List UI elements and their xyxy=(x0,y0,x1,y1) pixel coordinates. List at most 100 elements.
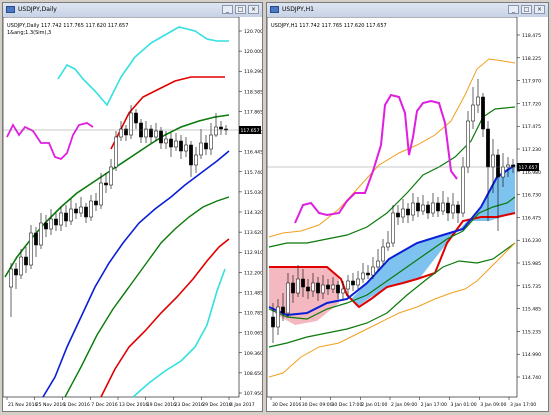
candle-body xyxy=(346,280,350,290)
candle-body xyxy=(396,212,400,218)
candle-body xyxy=(291,282,295,294)
candle-body xyxy=(486,128,490,168)
right-price-axis-tick-label: 116.230 xyxy=(522,238,541,244)
close-button[interactable]: × xyxy=(534,5,545,14)
candle-body xyxy=(39,222,43,246)
right-price-axis-tick-label: 115.985 xyxy=(522,261,541,267)
left-price-axis-tick-label: 115.030 xyxy=(244,190,262,196)
left-price-axis-tick-label: 114.320 xyxy=(244,210,262,216)
right-window-title: USDJPY,H1 xyxy=(282,6,314,13)
candle-body xyxy=(341,288,345,294)
candle-body xyxy=(316,282,320,294)
candle-body xyxy=(376,260,380,268)
right-price-axis-tick-label: 115.485 xyxy=(522,307,541,313)
candle-body xyxy=(34,232,38,246)
left-price-axis-tick-label: 111.485 xyxy=(244,290,262,296)
candle-body xyxy=(436,202,440,212)
candle-body xyxy=(214,126,218,136)
left-time-axis-tick-label: 19 Dec 2016 xyxy=(147,402,176,408)
left-time-axis-tick-label: 25 Nov 2016 xyxy=(36,402,65,408)
left-ohlc-readout: USDJPY,Daily 117.742 117.765 117.620 117… xyxy=(7,23,129,29)
left-price-axis-tick-label: 115.740 xyxy=(244,170,262,176)
right-time-axis-tick-label: 3 Jan 09:00 xyxy=(480,402,506,408)
candle-body xyxy=(471,104,475,122)
left-time-axis-tick-label: 23 Dec 2016 xyxy=(175,402,204,408)
right-price-axis-tick-label: 117.720 xyxy=(522,101,541,107)
candle-body xyxy=(306,286,310,292)
right-titlebar[interactable]: USDJPY,H1 _ □ × xyxy=(267,3,548,18)
left-price-axis-tick-label: 117.865 xyxy=(244,109,262,115)
candle-body xyxy=(189,144,193,166)
left-time-axis-tick-label: 7 Dec 2016 xyxy=(91,402,118,408)
left-chart-plot[interactable]: 120.700120.000119.290118.585117.865117.1… xyxy=(2,16,263,411)
candle-body xyxy=(446,202,450,214)
right-ohlc-readout: USDJPY,H1 117.742 117.765 117.620 117.65… xyxy=(271,23,387,29)
candle-body xyxy=(386,242,390,248)
candle-body xyxy=(361,272,365,280)
candle-body xyxy=(204,142,208,150)
candle-body xyxy=(84,206,88,218)
left-time-axis-tick-label: 21 Nov 2016 xyxy=(8,402,37,408)
close-button[interactable]: × xyxy=(248,5,259,14)
candle-body xyxy=(129,112,133,136)
left-window-title: USDJPY,Daily xyxy=(18,6,57,13)
candle-body xyxy=(371,266,375,276)
candle-body xyxy=(114,136,118,168)
right-price-axis-tick-label: 118.475 xyxy=(522,33,541,39)
candle-body xyxy=(366,272,370,276)
left-time-axis-tick-label: 4 Jan 2017 xyxy=(230,402,255,408)
right-time-axis-tick-label: 30 Dec 09:00 xyxy=(302,402,333,408)
candle-body xyxy=(104,182,108,186)
left-price-axis-tick-label: 107.950 xyxy=(244,391,262,397)
candle-body xyxy=(381,246,385,262)
right-price-axis-tick-label: 116.475 xyxy=(522,215,541,221)
left-time-axis-tick-label: 29 Dec 2016 xyxy=(202,402,231,408)
candle-body xyxy=(154,130,158,138)
candle-body xyxy=(64,212,68,222)
candle-body xyxy=(351,280,355,286)
candle-body xyxy=(431,202,435,214)
candle-body xyxy=(44,222,48,230)
right-price-axis-tick-label: 116.730 xyxy=(522,193,541,199)
candle-body xyxy=(336,284,340,294)
candle-body xyxy=(426,204,430,214)
candle-body xyxy=(59,212,63,226)
right-price-axis-tick-label: 117.970 xyxy=(522,79,541,85)
candle-body xyxy=(209,134,213,150)
right-current-price-tag-text: 117.657 xyxy=(519,165,538,171)
candle-body xyxy=(496,154,500,178)
right-time-axis-tick-label: 3 Jan 17:00 xyxy=(510,402,536,408)
candle-body xyxy=(24,256,28,266)
right-chart-plot[interactable]: 118.475 118.225 117.970 117.720 117.475 117.2… xyxy=(266,16,548,411)
left-price-axis-tick-label: 108.650 xyxy=(244,371,262,377)
left-chart-window[interactable]: USDJPY,Daily _ □ × 120.700 120.000 119.290… xyxy=(2,2,263,412)
right-chart-window[interactable]: USDJPY,H1 _ □ × 118.475 118.225 117.970 117… xyxy=(266,2,549,412)
candle-body xyxy=(99,182,103,206)
candle-body xyxy=(109,166,113,186)
candle-body xyxy=(286,282,290,314)
candle-body xyxy=(401,208,405,218)
left-price-axis-tick-label: 109.360 xyxy=(244,351,262,357)
minimize-button[interactable]: _ xyxy=(222,5,233,14)
candle-body xyxy=(461,166,465,214)
candle-body xyxy=(199,142,203,156)
candle-body xyxy=(441,202,445,212)
minimize-button[interactable]: _ xyxy=(508,5,519,14)
candle-body xyxy=(194,154,198,166)
candle-body xyxy=(14,268,18,276)
left-price-axis-tick-label: 110.785 xyxy=(244,311,262,317)
candle-body xyxy=(406,208,410,216)
left-price-axis-tick-label: 110.065 xyxy=(244,331,262,337)
candle-body xyxy=(481,96,485,130)
left-current-price-tag-text: 117.657 xyxy=(241,128,260,134)
maximize-button[interactable]: □ xyxy=(521,5,532,14)
right-price-axis-tick-label: 118.225 xyxy=(522,56,541,62)
right-price-axis-tick-label: 114.990 xyxy=(522,352,541,358)
right-chart-svg: 118.475 118.225 117.970 117.720 117.475 117.2… xyxy=(266,16,541,408)
left-titlebar[interactable]: USDJPY,Daily _ □ × xyxy=(3,3,262,18)
candle-body xyxy=(281,306,285,314)
right-price-axis-tick-label: 117.475 xyxy=(522,124,541,130)
chart-window-icon xyxy=(270,6,279,13)
right-time-axis-tick-label: 2 Jan 09:00 xyxy=(391,402,417,408)
maximize-button[interactable]: □ xyxy=(235,5,246,14)
